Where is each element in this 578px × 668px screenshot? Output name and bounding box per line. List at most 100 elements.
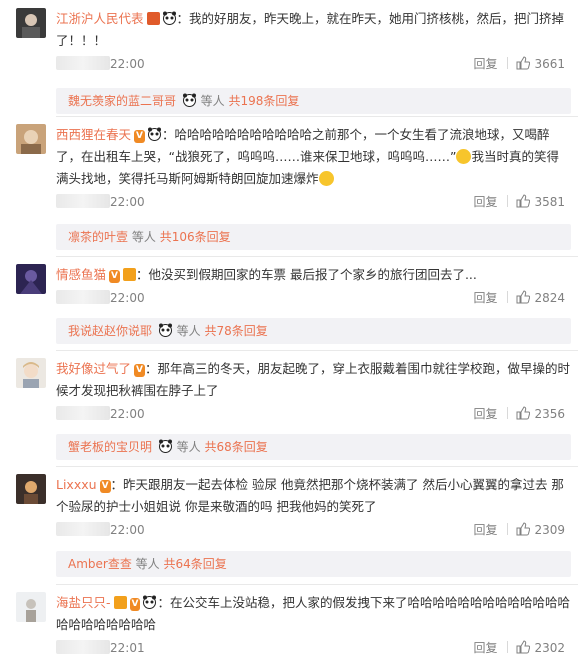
reply-button[interactable]: 回复	[473, 291, 497, 305]
sub-reply-count[interactable]: 共198条回复	[229, 94, 300, 108]
divider	[56, 116, 578, 117]
divider	[507, 523, 509, 535]
timestamp: 22:00	[110, 523, 145, 537]
comment-meta: 22:00 回复 2309	[56, 520, 571, 540]
sub-reply-summary[interactable]: 魏无羡家的蓝二哥哥 等人 共198条回复	[56, 88, 571, 114]
panda-icon	[158, 323, 172, 337]
divider	[507, 407, 509, 419]
reply-button[interactable]: 回复	[473, 195, 497, 209]
comment-actions: 回复 2309	[473, 520, 565, 540]
blurred-date	[56, 640, 110, 654]
comment-text: 我好像过气了 V ：那年高三的冬天，朋友起晚了，穿上衣服戴着围巾就往学校跑，做早操的…	[56, 358, 571, 402]
username[interactable]: 西西狸在春天	[56, 127, 131, 142]
comment-actions: 回复 2302	[473, 638, 565, 658]
sub-reply-user[interactable]: 我说赵赵你说耶	[68, 324, 152, 338]
panda-icon	[143, 595, 157, 609]
sub-reply-user[interactable]: Amber查查	[68, 557, 132, 571]
laughing-emoji-icon	[318, 171, 334, 186]
comment-body: ：昨天跟朋友一起去体检 验尿 他竟然把那个烧杯装满了 然后小心翼翼的拿过去 那个…	[56, 477, 564, 514]
vip-badge-icon: V	[134, 364, 145, 377]
panda-icon	[182, 93, 196, 107]
sub-reply-mid: 等人	[200, 94, 225, 108]
like-count: 2824	[534, 291, 565, 305]
divider	[507, 291, 509, 303]
blurred-date	[56, 56, 110, 70]
sub-reply-count[interactable]: 共78条回复	[205, 324, 268, 338]
divider	[507, 641, 509, 653]
username[interactable]: 情感鱼猫	[56, 267, 106, 282]
reply-button[interactable]: 回复	[473, 641, 497, 655]
divider	[56, 256, 578, 257]
timestamp: 22:00	[110, 291, 145, 305]
username[interactable]: 江浙沪人民代表	[56, 11, 144, 26]
sub-reply-mid: 等人	[176, 324, 201, 338]
medal-badge-icon	[113, 596, 127, 609]
sub-reply-summary[interactable]: Amber查查 等人 共64条回复	[56, 551, 571, 577]
thumbs-up-icon[interactable]	[516, 290, 531, 304]
divider	[507, 57, 509, 69]
vip-badge-icon: V	[99, 480, 111, 493]
comment-text: 情感鱼猫 V ：他没买到假期回家的车票 最后报了个家乡的旅行团回去了...	[56, 264, 571, 286]
comment-text: 西西狸在春天 V ：哈哈哈哈哈哈哈哈哈哈哈之前那个，一个女生看了流浪地球，又喝醉了，…	[56, 124, 571, 190]
like-count: 3581	[534, 195, 565, 209]
comment-text: Lixxxu V ：昨天跟朋友一起去体检 验尿 他竟然把那个烧杯装满了 然后小心翼翼…	[56, 474, 571, 518]
sub-reply-summary[interactable]: 凛茶的叶壹 等人 共106条回复	[56, 224, 571, 250]
blurred-date	[56, 406, 110, 420]
sub-reply-mid: 等人	[131, 230, 156, 244]
comment-text: 江浙沪人民代表 ：我的好朋友，昨天晚上，就在昨天，她用门挤核桃，然后，把门挤掉了！…	[56, 8, 571, 52]
vip-badge-icon: V	[109, 270, 120, 283]
reply-button[interactable]: 回复	[473, 407, 497, 421]
sub-reply-summary[interactable]: 蟹老板的宝贝明 等人 共68条回复	[56, 434, 571, 460]
timestamp: 22:00	[110, 195, 145, 209]
reply-button[interactable]: 回复	[473, 523, 497, 537]
username[interactable]: 海盐只只-	[56, 595, 111, 610]
like-count: 2302	[534, 641, 565, 655]
divider	[56, 350, 578, 351]
comment-list: 江浙沪人民代表 ：我的好朋友，昨天晚上，就在昨天，她用门挤核桃，然后，把门挤掉了！…	[0, 0, 578, 668]
like-count: 3661	[534, 57, 565, 71]
sub-reply-user[interactable]: 凛茶的叶壹	[68, 230, 128, 244]
avatar[interactable]	[16, 124, 46, 154]
username[interactable]: 我好像过气了	[56, 361, 131, 376]
thumbs-up-icon[interactable]	[516, 194, 531, 208]
sub-reply-count[interactable]: 共68条回复	[205, 440, 268, 454]
thumbs-up-icon[interactable]	[516, 640, 531, 654]
comment-actions: 回复 3661	[473, 54, 565, 74]
sub-reply-user[interactable]: 蟹老板的宝贝明	[68, 440, 152, 454]
avatar[interactable]	[16, 264, 46, 294]
comment-meta: 22:00 回复 2824	[56, 288, 571, 308]
laughing-emoji-icon	[456, 149, 472, 164]
comment-meta: 22:00 回复 3581	[56, 192, 571, 212]
like-count: 2309	[534, 523, 565, 537]
sub-reply-mid: 等人	[176, 440, 201, 454]
thumbs-up-icon[interactable]	[516, 56, 531, 70]
sub-reply-summary[interactable]: 我说赵赵你说耶 等人 共78条回复	[56, 318, 571, 344]
medal-badge-icon	[122, 268, 136, 281]
sub-reply-count[interactable]: 共64条回复	[164, 557, 227, 571]
reply-button[interactable]: 回复	[473, 57, 497, 71]
vip-badge-icon: V	[134, 130, 145, 143]
blurred-date	[56, 290, 110, 304]
thumbs-up-icon[interactable]	[516, 522, 531, 536]
vip-badge-icon: V	[129, 598, 141, 611]
sub-reply-count[interactable]: 共106条回复	[160, 230, 231, 244]
blurred-date	[56, 194, 110, 208]
comment-body: ：他没买到假期回家的车票 最后报了个家乡的旅行团回去了...	[135, 267, 477, 282]
timestamp: 22:00	[110, 407, 145, 421]
comment-actions: 回复 3581	[473, 192, 565, 212]
avatar[interactable]	[16, 358, 46, 388]
avatar[interactable]	[16, 8, 46, 38]
username[interactable]: Lixxxu	[56, 477, 97, 492]
thumbs-up-icon[interactable]	[516, 406, 531, 420]
comment-meta: 22:00 回复 3661	[56, 54, 571, 74]
comment-actions: 回复 2356	[473, 404, 565, 424]
avatar[interactable]	[16, 592, 46, 622]
divider	[507, 195, 509, 207]
avatar[interactable]	[16, 474, 46, 504]
vip-badge-icon	[146, 12, 160, 25]
sub-reply-user[interactable]: 魏无羡家的蓝二哥哥	[68, 94, 176, 108]
divider	[56, 466, 578, 467]
comment-meta: 22:00 回复 2356	[56, 404, 571, 424]
panda-icon	[147, 127, 161, 141]
panda-icon	[158, 439, 172, 453]
